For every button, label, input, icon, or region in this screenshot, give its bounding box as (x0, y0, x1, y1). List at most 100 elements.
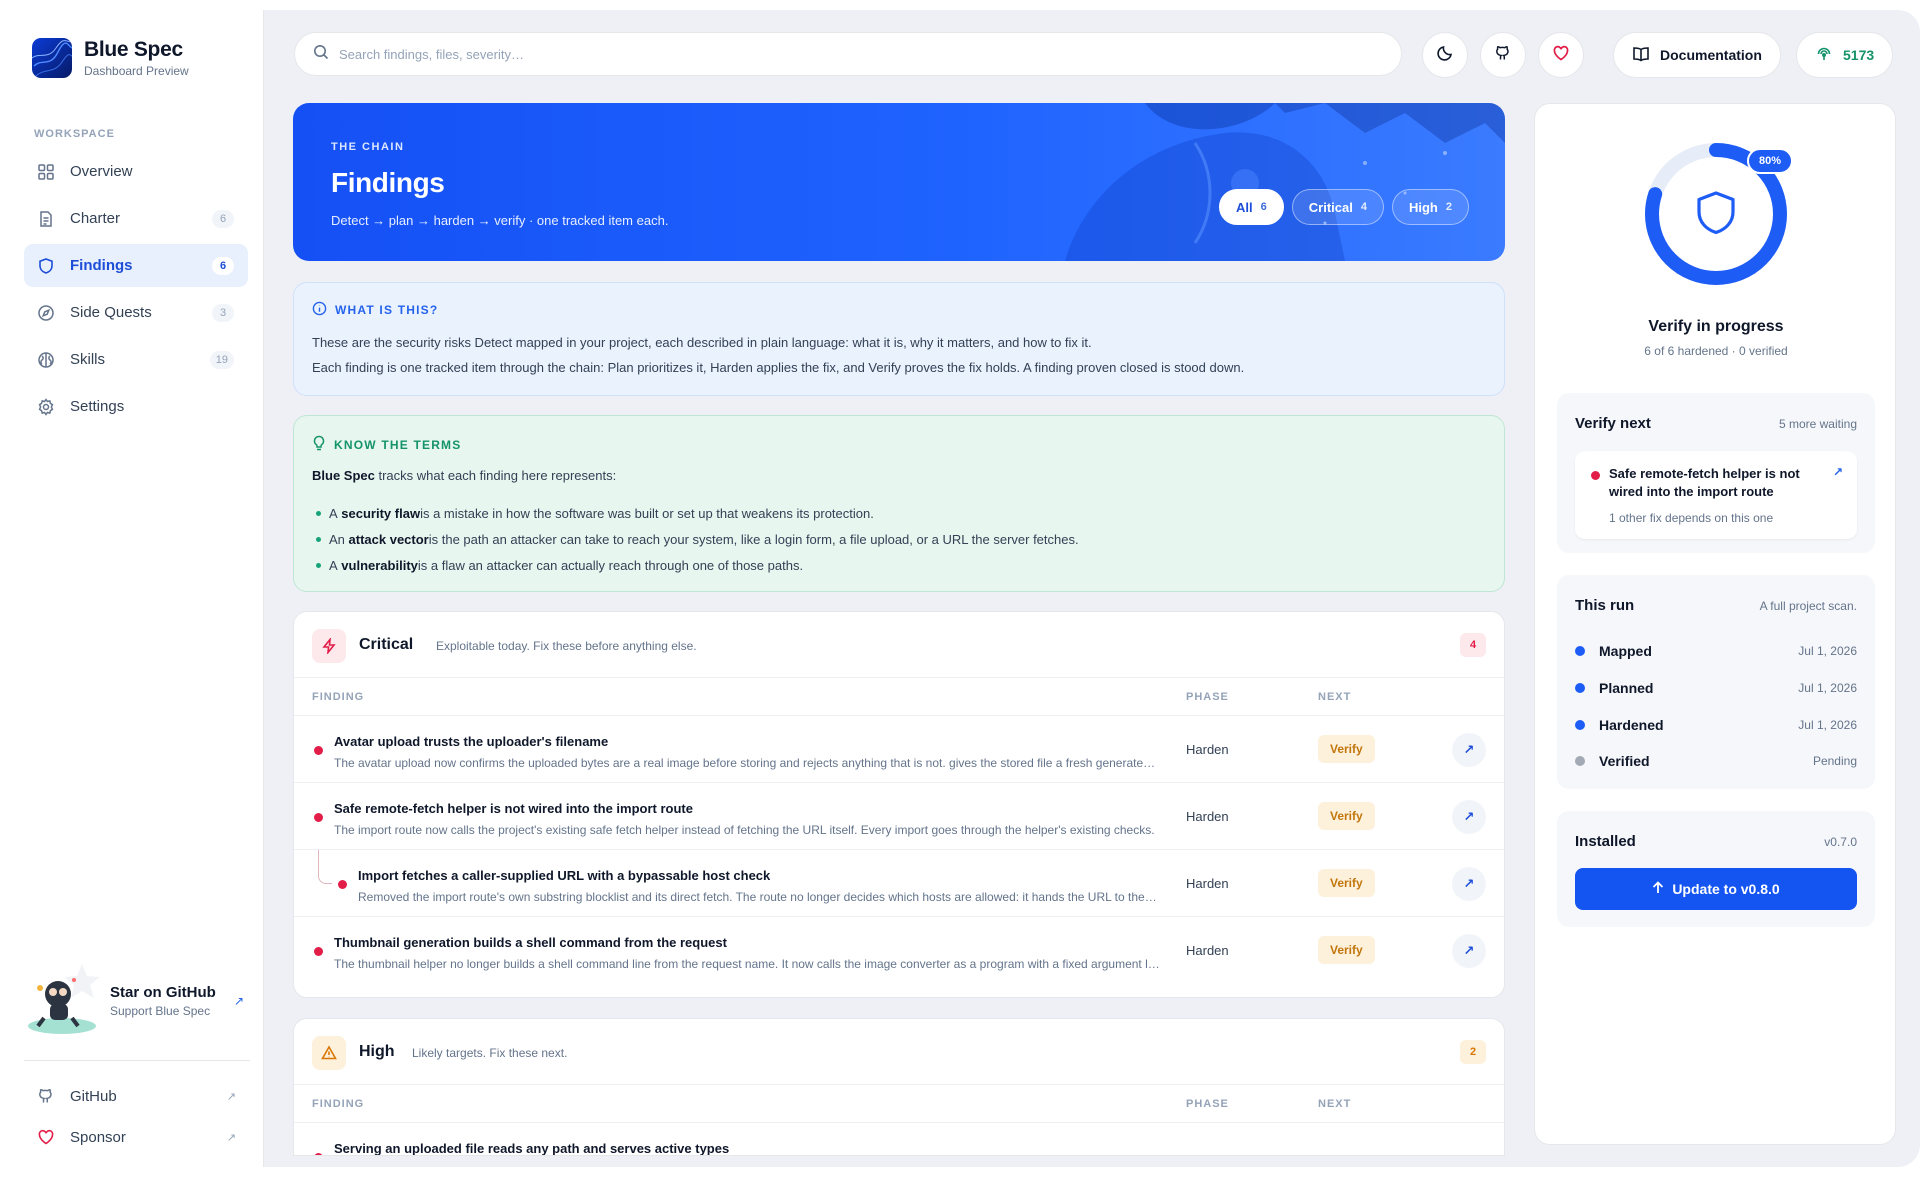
finding-title: Import fetches a caller-supplied URL wit… (358, 868, 771, 883)
port-label: 5173 (1843, 47, 1875, 63)
shield-icon (1697, 191, 1735, 235)
verify-next-item[interactable]: Safe remote-fetch helper is not wired in… (1575, 451, 1857, 539)
open-finding-button[interactable]: ↗ (1452, 733, 1486, 767)
documentation-button[interactable]: Documentation (1613, 32, 1781, 78)
document-icon (36, 209, 56, 229)
sidebar-item-skills[interactable]: Skills 19 (24, 338, 248, 381)
arrow-up-right-icon: ↗ (1463, 943, 1475, 958)
open-finding-button[interactable]: ↗ (1452, 934, 1486, 968)
hero-kicker: THE CHAIN (331, 141, 405, 153)
finding-phase: Harden (1186, 809, 1229, 824)
brand[interactable]: Blue Spec Dashboard Preview (32, 38, 189, 78)
dev-server-port-button[interactable]: 5173 (1796, 32, 1894, 78)
term-bold: vulnerability (341, 557, 418, 573)
sidebar-item-label: Charter (70, 210, 121, 227)
footer-link-github[interactable]: GitHub ↗ (36, 1086, 236, 1106)
severity-dot (314, 1153, 323, 1155)
progress-percent-badge: 80% (1747, 148, 1794, 174)
filter-label: High (1408, 199, 1438, 215)
severity-dot (314, 947, 323, 956)
table-row[interactable]: Import fetches a caller-supplied URL wit… (294, 850, 1504, 917)
next-step-badge: Verify (1318, 936, 1375, 964)
search-input[interactable] (339, 46, 1239, 62)
warning-icon (312, 1036, 346, 1070)
list-item: A security flaw is a mistake in how the … (312, 500, 1079, 526)
sidebar-item-count: 6 (212, 209, 234, 228)
sidebar-item-label: Skills (70, 351, 106, 368)
run-step-date: Jul 1, 2026 (1798, 681, 1857, 695)
list-item: An attack vector is the path an attacker… (312, 526, 1079, 552)
callout-line: These are the security risks Detect mapp… (312, 335, 1092, 350)
sidebar-item-charter[interactable]: Charter 6 (24, 197, 248, 240)
open-finding-button[interactable]: ↗ (1452, 800, 1486, 834)
term-pre: A (329, 505, 338, 521)
next-step-badge: Verify (1318, 735, 1375, 763)
brain-icon (36, 350, 56, 370)
term-pre: A (329, 557, 338, 573)
filter-chip-all[interactable]: All 6 (1219, 189, 1284, 225)
finding-description: Removed the import route's own substring… (358, 890, 1160, 904)
gear-icon (36, 397, 56, 417)
footer-link-label: GitHub (70, 1087, 117, 1105)
status-dot (1575, 720, 1585, 730)
sidebar-item-side-quests[interactable]: Side Quests 3 (24, 291, 248, 334)
theme-toggle-button[interactable] (1422, 32, 1468, 78)
star-title: Star on GitHub (110, 984, 216, 1001)
terms-intro: Blue Spec tracks what each finding here … (312, 468, 616, 483)
this-run-card: This run A full project scan. Mapped Jul… (1557, 575, 1875, 789)
table-row[interactable]: Thumbnail generation builds a shell comm… (294, 917, 1504, 984)
run-step-label: Verified (1599, 753, 1650, 769)
finding-description: The import route now calls the project's… (334, 823, 1155, 837)
search-bar[interactable] (294, 32, 1402, 76)
terms-list: A security flaw is a mistake in how the … (312, 500, 1079, 578)
signal-icon (1815, 45, 1833, 66)
term-bold: attack vector (348, 531, 429, 547)
callout-heading-text: KNOW THE TERMS (334, 437, 462, 452)
column-header-next: NEXT (1318, 1098, 1352, 1110)
sidebar-item-label: Settings (70, 398, 125, 415)
findings-hero-banner: THE CHAIN Findings Detect → plan → harde… (293, 103, 1505, 261)
github-icon (36, 1086, 56, 1106)
update-button[interactable]: Update to v0.8.0 (1575, 868, 1857, 910)
severity-dot (1591, 471, 1600, 480)
table-row[interactable]: Safe remote-fetch helper is not wired in… (294, 783, 1504, 850)
table-row[interactable]: Serving an uploaded file reads any path … (294, 1123, 1504, 1155)
status-dot (1575, 646, 1585, 656)
star-subtitle: Support Blue Spec (110, 1004, 211, 1018)
callout-heading: KNOW THE TERMS (312, 435, 461, 454)
group-description: Likely targets. Fix these next. (412, 1046, 568, 1060)
table-row[interactable]: Avatar upload trusts the uploader's file… (294, 716, 1504, 783)
group-title: High (359, 1043, 395, 1060)
sidebar-item-overview[interactable]: Overview (24, 150, 248, 193)
heart-icon (36, 1127, 56, 1147)
sponsor-button[interactable] (1538, 32, 1584, 78)
list-item: A vulnerability is a flaw an attacker ca… (312, 552, 1079, 578)
group-count-badge: 2 (1460, 1040, 1486, 1064)
arrow-up-right-icon: ↗ (1463, 809, 1475, 824)
severity-filter-group: All 6 Critical 4 High 2 (1219, 189, 1469, 225)
column-header-finding: FINDING (312, 1098, 365, 1110)
run-step-hardened: Hardened Jul 1, 2026 (1575, 715, 1857, 735)
finding-title: Safe remote-fetch helper is not wired in… (334, 801, 693, 816)
filter-chip-critical[interactable]: Critical 4 (1291, 189, 1384, 225)
next-step-badge: Verify (1318, 869, 1375, 897)
callout-line: Each finding is one tracked item through… (312, 360, 1245, 375)
star-on-github-card[interactable]: Star on GitHub Support Blue Spec ↗ (22, 960, 252, 1044)
dependency-branch-line (318, 850, 332, 884)
filter-chip-high[interactable]: High 2 (1391, 189, 1469, 225)
search-icon (313, 44, 329, 65)
column-header-next: NEXT (1318, 691, 1352, 703)
finding-phase: Harden (1186, 876, 1229, 891)
footer-link-label: Sponsor (70, 1128, 126, 1146)
installed-version: v0.7.0 (1824, 835, 1857, 849)
open-finding-button[interactable]: ↗ (1452, 867, 1486, 901)
group-header: High Likely targets. Fix these next. 2 (294, 1019, 1504, 1085)
sidebar-item-settings[interactable]: Settings (24, 385, 248, 428)
sidebar-item-findings[interactable]: Findings 6 (24, 244, 248, 287)
installed-card: Installed v0.7.0 Update to v0.8.0 (1557, 811, 1875, 927)
github-button[interactable] (1480, 32, 1526, 78)
next-step-badge: Verify (1318, 802, 1375, 830)
bullet (316, 510, 321, 516)
severity-dot (314, 813, 323, 822)
footer-link-sponsor[interactable]: Sponsor ↗ (36, 1127, 236, 1147)
